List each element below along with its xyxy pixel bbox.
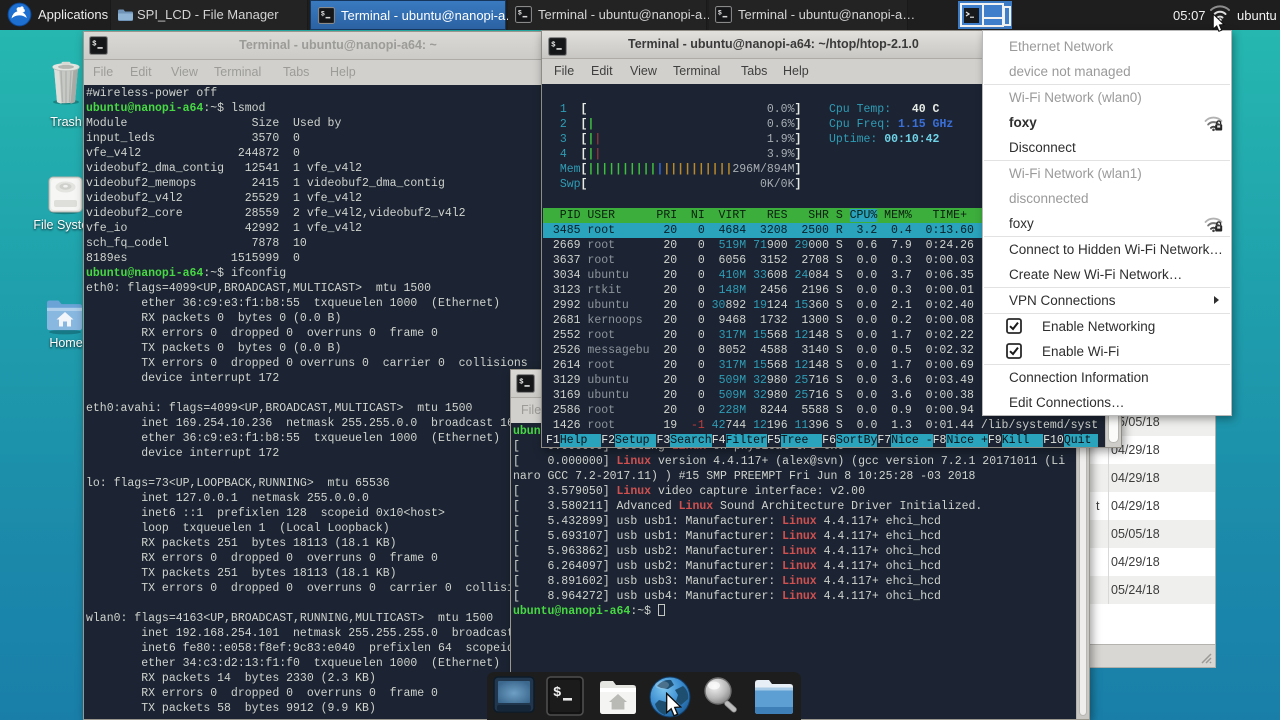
svg-text:$: $ [718,9,722,17]
svg-text:$: $ [519,379,524,387]
svg-text:$: $ [518,9,522,17]
svg-text:$: $ [551,42,556,50]
svg-text:$: $ [553,685,561,701]
svg-text:$: $ [321,10,325,18]
